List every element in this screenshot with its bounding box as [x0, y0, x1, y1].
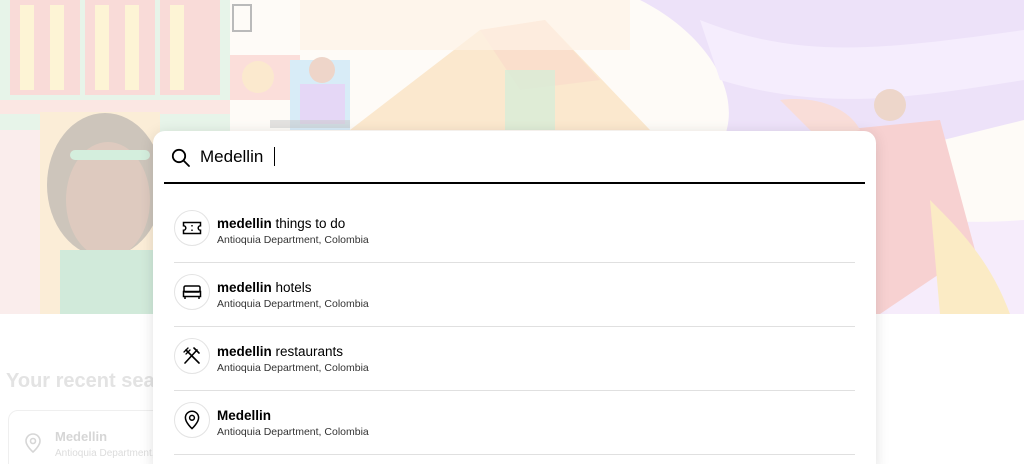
search-icon	[171, 148, 191, 168]
suggestion-rest: restaurants	[271, 344, 344, 359]
suggestion-location: Antioquia Department, Colombia	[217, 362, 369, 374]
suggestion-item-things-to-do[interactable]: medellin things to do Antioquia Departme…	[174, 199, 855, 263]
suggestion-match: medellin	[217, 216, 272, 231]
suggestion-match: medellin	[217, 280, 272, 295]
suggestion-item-place[interactable]: Medellin Antioquia Department, Colombia	[174, 391, 855, 455]
suggestion-title: medellin restaurants	[217, 344, 343, 359]
text-cursor	[274, 147, 275, 166]
suggestion-title: medellin things to do	[217, 216, 345, 231]
search-bar	[164, 131, 865, 184]
search-input[interactable]	[200, 144, 800, 170]
suggestion-match: medellin	[217, 344, 272, 359]
suggestion-rest: hotels	[271, 280, 312, 295]
ticket-icon	[174, 210, 210, 246]
suggestion-title: medellin hotels	[217, 280, 312, 295]
location-pin-icon	[174, 402, 210, 438]
suggestion-match: Medellin	[217, 408, 272, 423]
search-dropdown: medellin things to do Antioquia Departme…	[153, 131, 876, 464]
suggestion-item-hotels[interactable]: medellin hotels Antioquia Department, Co…	[174, 263, 855, 327]
suggestion-rest: things to do	[271, 216, 346, 231]
bed-icon	[174, 274, 210, 310]
suggestion-location: Antioquia Department, Colombia	[217, 234, 369, 246]
suggestion-item-restaurants[interactable]: medellin restaurants Antioquia Departmen…	[174, 327, 855, 391]
fork-knife-icon	[174, 338, 210, 374]
suggestion-location: Antioquia Department, Colombia	[217, 426, 369, 438]
recent-search-name: Medellin	[55, 429, 108, 444]
location-pin-icon	[25, 433, 41, 458]
suggestion-location: Antioquia Department, Colombia	[217, 298, 369, 310]
suggestion-title: Medellin	[217, 408, 271, 423]
